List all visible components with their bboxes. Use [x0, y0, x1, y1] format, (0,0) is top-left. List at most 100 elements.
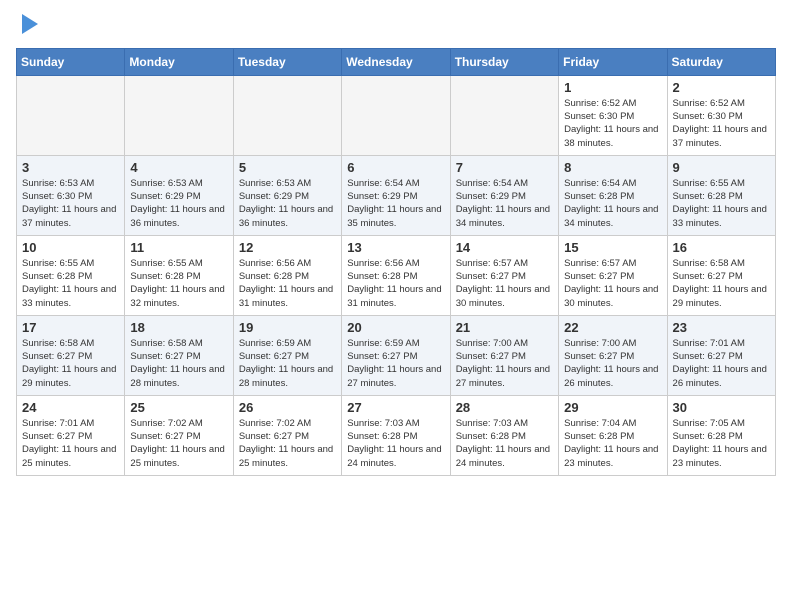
- day-info: Sunrise: 7:01 AM Sunset: 6:27 PM Dayligh…: [673, 337, 770, 390]
- calendar-cell: 8 Sunrise: 6:54 AM Sunset: 6:28 PM Daylig…: [559, 155, 667, 235]
- day-info: Sunrise: 6:56 AM Sunset: 6:28 PM Dayligh…: [239, 257, 336, 310]
- calendar-cell: 25 Sunrise: 7:02 AM Sunset: 6:27 PM Dayli…: [125, 395, 233, 475]
- day-info: Sunrise: 6:53 AM Sunset: 6:30 PM Dayligh…: [22, 177, 119, 230]
- day-number: 1: [564, 80, 661, 95]
- calendar-cell: 22 Sunrise: 7:00 AM Sunset: 6:27 PM Dayli…: [559, 315, 667, 395]
- calendar-cell: [450, 75, 558, 155]
- day-number: 30: [673, 400, 770, 415]
- calendar-cell: 14 Sunrise: 6:57 AM Sunset: 6:27 PM Dayli…: [450, 235, 558, 315]
- day-number: 23: [673, 320, 770, 335]
- day-number: 27: [347, 400, 444, 415]
- weekday-header-thursday: Thursday: [450, 48, 558, 75]
- day-info: Sunrise: 7:05 AM Sunset: 6:28 PM Dayligh…: [673, 417, 770, 470]
- calendar-cell: 12 Sunrise: 6:56 AM Sunset: 6:28 PM Dayli…: [233, 235, 341, 315]
- day-info: Sunrise: 6:57 AM Sunset: 6:27 PM Dayligh…: [456, 257, 553, 310]
- day-number: 26: [239, 400, 336, 415]
- calendar-cell: [125, 75, 233, 155]
- day-number: 14: [456, 240, 553, 255]
- day-info: Sunrise: 6:54 AM Sunset: 6:28 PM Dayligh…: [564, 177, 661, 230]
- day-number: 12: [239, 240, 336, 255]
- calendar-cell: 11 Sunrise: 6:55 AM Sunset: 6:28 PM Dayli…: [125, 235, 233, 315]
- day-info: Sunrise: 6:53 AM Sunset: 6:29 PM Dayligh…: [239, 177, 336, 230]
- day-info: Sunrise: 7:03 AM Sunset: 6:28 PM Dayligh…: [456, 417, 553, 470]
- week-row-2: 3 Sunrise: 6:53 AM Sunset: 6:30 PM Daylig…: [17, 155, 776, 235]
- day-info: Sunrise: 7:00 AM Sunset: 6:27 PM Dayligh…: [564, 337, 661, 390]
- day-info: Sunrise: 6:59 AM Sunset: 6:27 PM Dayligh…: [239, 337, 336, 390]
- day-info: Sunrise: 7:00 AM Sunset: 6:27 PM Dayligh…: [456, 337, 553, 390]
- day-number: 5: [239, 160, 336, 175]
- calendar-cell: 27 Sunrise: 7:03 AM Sunset: 6:28 PM Dayli…: [342, 395, 450, 475]
- day-info: Sunrise: 6:58 AM Sunset: 6:27 PM Dayligh…: [130, 337, 227, 390]
- day-info: Sunrise: 6:55 AM Sunset: 6:28 PM Dayligh…: [22, 257, 119, 310]
- weekday-header-friday: Friday: [559, 48, 667, 75]
- calendar-cell: 26 Sunrise: 7:02 AM Sunset: 6:27 PM Dayli…: [233, 395, 341, 475]
- calendar-cell: 7Sunrise: 6:54 AM Sunset: 6:29 PM Daylig…: [450, 155, 558, 235]
- calendar-cell: 10 Sunrise: 6:55 AM Sunset: 6:28 PM Dayli…: [17, 235, 125, 315]
- day-number: 6: [347, 160, 444, 175]
- day-number: 21: [456, 320, 553, 335]
- day-number: 9: [673, 160, 770, 175]
- day-info: Sunrise: 6:55 AM Sunset: 6:28 PM Dayligh…: [130, 257, 227, 310]
- week-row-5: 24Sunrise: 7:01 AM Sunset: 6:27 PM Dayli…: [17, 395, 776, 475]
- week-row-4: 17Sunrise: 6:58 AM Sunset: 6:27 PM Dayli…: [17, 315, 776, 395]
- calendar-cell: 1 Sunrise: 6:52 AM Sunset: 6:30 PM Daylig…: [559, 75, 667, 155]
- weekday-header-saturday: Saturday: [667, 48, 775, 75]
- calendar-cell: 5 Sunrise: 6:53 AM Sunset: 6:29 PM Daylig…: [233, 155, 341, 235]
- calendar-cell: 23 Sunrise: 7:01 AM Sunset: 6:27 PM Dayli…: [667, 315, 775, 395]
- day-info: Sunrise: 6:52 AM Sunset: 6:30 PM Dayligh…: [673, 97, 770, 150]
- day-info: Sunrise: 6:58 AM Sunset: 6:27 PM Dayligh…: [22, 337, 119, 390]
- day-info: Sunrise: 6:59 AM Sunset: 6:27 PM Dayligh…: [347, 337, 444, 390]
- weekday-header-monday: Monday: [125, 48, 233, 75]
- calendar-cell: 17Sunrise: 6:58 AM Sunset: 6:27 PM Dayli…: [17, 315, 125, 395]
- day-number: 15: [564, 240, 661, 255]
- calendar-cell: 18Sunrise: 6:58 AM Sunset: 6:27 PM Dayli…: [125, 315, 233, 395]
- day-info: Sunrise: 7:04 AM Sunset: 6:28 PM Dayligh…: [564, 417, 661, 470]
- day-info: Sunrise: 6:54 AM Sunset: 6:29 PM Dayligh…: [347, 177, 444, 230]
- calendar-cell: 4 Sunrise: 6:53 AM Sunset: 6:29 PM Daylig…: [125, 155, 233, 235]
- calendar-cell: 2 Sunrise: 6:52 AM Sunset: 6:30 PM Daylig…: [667, 75, 775, 155]
- day-number: 4: [130, 160, 227, 175]
- day-info: Sunrise: 7:02 AM Sunset: 6:27 PM Dayligh…: [239, 417, 336, 470]
- day-number: 19: [239, 320, 336, 335]
- calendar-table: SundayMondayTuesdayWednesdayThursdayFrid…: [16, 48, 776, 476]
- day-number: 10: [22, 240, 119, 255]
- day-number: 16: [673, 240, 770, 255]
- calendar-cell: [342, 75, 450, 155]
- day-number: 11: [130, 240, 227, 255]
- day-number: 25: [130, 400, 227, 415]
- logo-arrow-icon: [22, 14, 38, 34]
- calendar-cell: [233, 75, 341, 155]
- day-info: Sunrise: 6:53 AM Sunset: 6:29 PM Dayligh…: [130, 177, 227, 230]
- day-info: Sunrise: 6:56 AM Sunset: 6:28 PM Dayligh…: [347, 257, 444, 310]
- weekday-header-tuesday: Tuesday: [233, 48, 341, 75]
- weekday-header-wednesday: Wednesday: [342, 48, 450, 75]
- calendar-cell: 13 Sunrise: 6:56 AM Sunset: 6:28 PM Dayli…: [342, 235, 450, 315]
- day-number: 8: [564, 160, 661, 175]
- logo: [16, 16, 38, 36]
- day-number: 13: [347, 240, 444, 255]
- calendar-cell: 24Sunrise: 7:01 AM Sunset: 6:27 PM Dayli…: [17, 395, 125, 475]
- weekday-header-sunday: Sunday: [17, 48, 125, 75]
- calendar-cell: 3 Sunrise: 6:53 AM Sunset: 6:30 PM Daylig…: [17, 155, 125, 235]
- calendar-cell: 16 Sunrise: 6:58 AM Sunset: 6:27 PM Dayli…: [667, 235, 775, 315]
- day-number: 20: [347, 320, 444, 335]
- day-number: 2: [673, 80, 770, 95]
- calendar-cell: 19 Sunrise: 6:59 AM Sunset: 6:27 PM Dayli…: [233, 315, 341, 395]
- calendar-cell: 29Sunrise: 7:04 AM Sunset: 6:28 PM Dayli…: [559, 395, 667, 475]
- day-info: Sunrise: 7:02 AM Sunset: 6:27 PM Dayligh…: [130, 417, 227, 470]
- calendar-cell: 15Sunrise: 6:57 AM Sunset: 6:27 PM Dayli…: [559, 235, 667, 315]
- day-info: Sunrise: 7:03 AM Sunset: 6:28 PM Dayligh…: [347, 417, 444, 470]
- calendar-cell: 6 Sunrise: 6:54 AM Sunset: 6:29 PM Daylig…: [342, 155, 450, 235]
- weekday-header-row: SundayMondayTuesdayWednesdayThursdayFrid…: [17, 48, 776, 75]
- calendar-cell: [17, 75, 125, 155]
- page-header: [16, 16, 776, 36]
- day-info: Sunrise: 6:58 AM Sunset: 6:27 PM Dayligh…: [673, 257, 770, 310]
- day-number: 3: [22, 160, 119, 175]
- day-info: Sunrise: 6:54 AM Sunset: 6:29 PM Dayligh…: [456, 177, 553, 230]
- day-number: 28: [456, 400, 553, 415]
- calendar-cell: 30 Sunrise: 7:05 AM Sunset: 6:28 PM Dayli…: [667, 395, 775, 475]
- day-number: 22: [564, 320, 661, 335]
- day-info: Sunrise: 6:55 AM Sunset: 6:28 PM Dayligh…: [673, 177, 770, 230]
- calendar-cell: 9 Sunrise: 6:55 AM Sunset: 6:28 PM Daylig…: [667, 155, 775, 235]
- day-info: Sunrise: 6:52 AM Sunset: 6:30 PM Dayligh…: [564, 97, 661, 150]
